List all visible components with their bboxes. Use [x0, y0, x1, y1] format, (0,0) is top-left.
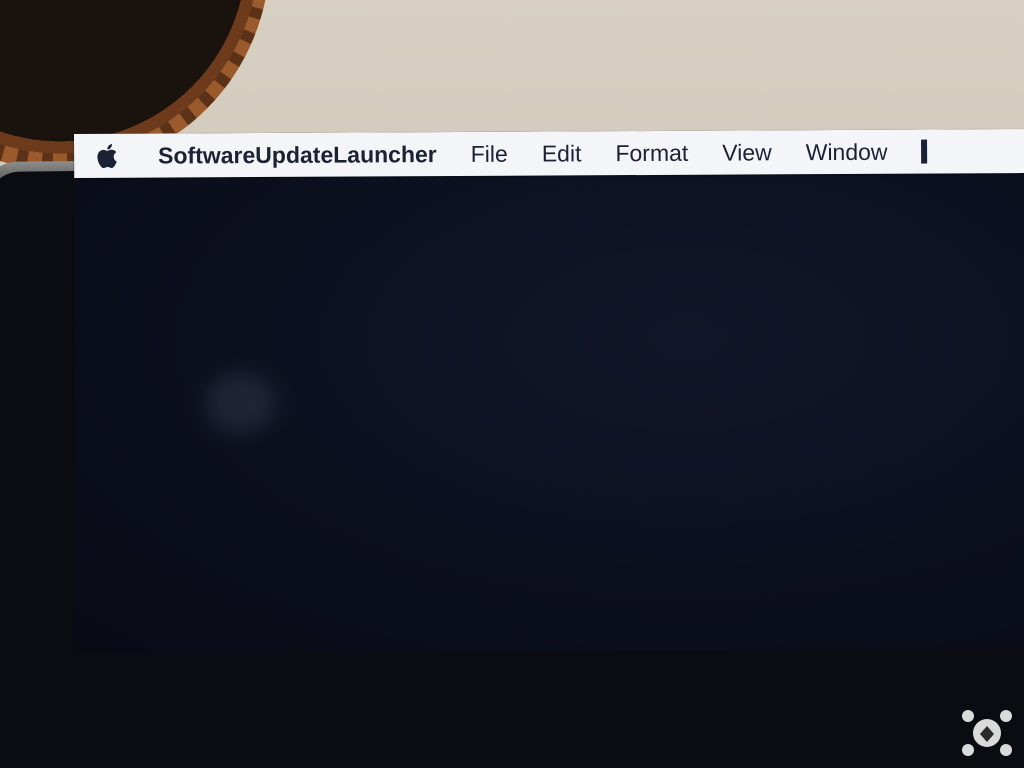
- apple-logo-icon[interactable]: [94, 141, 122, 171]
- desktop-screen: SoftwareUpdateLauncher File Edit Format …: [74, 128, 1024, 654]
- menu-view[interactable]: View: [722, 139, 772, 166]
- menu-format[interactable]: Format: [615, 139, 688, 166]
- truncated-menu-item[interactable]: [921, 139, 928, 164]
- screen-reflection: [205, 372, 276, 434]
- menu-file[interactable]: File: [471, 140, 508, 167]
- app-name-menu[interactable]: SoftwareUpdateLauncher: [158, 141, 437, 169]
- watermark-logo-icon: [962, 710, 1012, 756]
- menu-edit[interactable]: Edit: [542, 140, 582, 167]
- menu-window[interactable]: Window: [806, 138, 888, 165]
- photo-scene: SoftwareUpdateLauncher File Edit Format …: [0, 0, 1024, 768]
- menu-bar: SoftwareUpdateLauncher File Edit Format …: [74, 128, 1024, 178]
